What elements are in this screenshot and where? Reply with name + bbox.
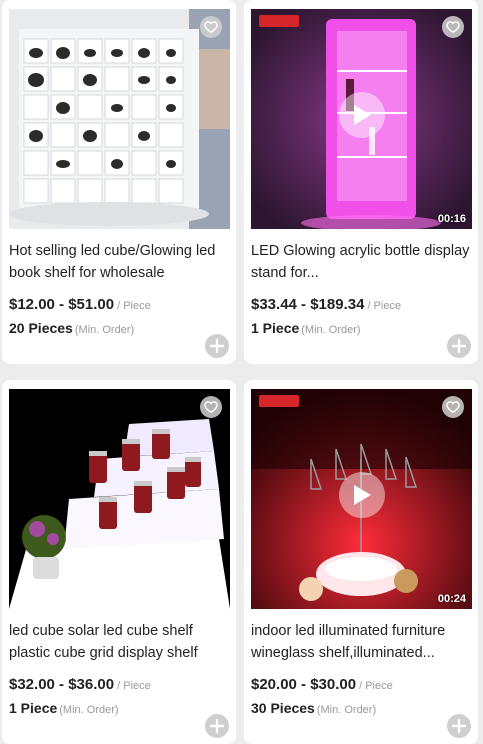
video-duration: 00:16 xyxy=(437,213,466,225)
product-image-picture xyxy=(9,389,230,609)
product-price: $12.00 - $51.00 xyxy=(9,296,115,313)
heart-icon xyxy=(446,21,460,34)
min-order-note: (Min. Order) xyxy=(316,704,377,716)
product-title[interactable]: LED Glowing acrylic bottle display stand… xyxy=(251,240,473,284)
product-price: $32.00 - $36.00 xyxy=(9,676,115,693)
product-card[interactable]: 00:24 indoor led illuminated furniture w… xyxy=(244,380,478,744)
plus-icon xyxy=(210,719,224,733)
min-order-note: (Min. Order) xyxy=(59,704,119,716)
product-price: $20.00 - $30.00 xyxy=(251,676,357,693)
min-order-quantity: 1 Piece xyxy=(251,320,300,336)
favorite-button[interactable] xyxy=(442,396,464,418)
play-button[interactable] xyxy=(338,472,385,518)
product-price: $33.44 - $189.34 xyxy=(251,296,365,313)
min-order-row: 1 Piece (Min. Order) xyxy=(9,700,119,718)
price-row: $33.44 - $189.34/ Piece xyxy=(251,296,401,314)
min-order-note: (Min. Order) xyxy=(301,324,361,336)
add-button[interactable] xyxy=(205,334,229,358)
favorite-button[interactable] xyxy=(200,396,222,418)
play-icon xyxy=(353,105,371,125)
product-card[interactable]: 00:16 LED Glowing acrylic bottle display… xyxy=(244,0,478,364)
price-row: $20.00 - $30.00/ Piece xyxy=(251,676,393,694)
price-unit: / Piece xyxy=(367,300,402,312)
play-icon xyxy=(353,485,371,505)
product-image-picture xyxy=(9,9,230,229)
heart-icon xyxy=(204,401,218,414)
min-order-row: 20 Pieces (Min. Order) xyxy=(9,320,134,338)
min-order-note: (Min. Order) xyxy=(74,324,135,336)
min-order-quantity: 1 Piece xyxy=(9,700,58,716)
min-order-quantity: 30 Pieces xyxy=(251,700,315,716)
min-order-quantity: 20 Pieces xyxy=(9,320,73,336)
price-unit: / Piece xyxy=(359,680,393,692)
heart-icon xyxy=(204,21,218,34)
plus-icon xyxy=(452,339,466,353)
price-row: $12.00 - $51.00/ Piece xyxy=(9,296,151,314)
min-order-row: 30 Pieces (Min. Order) xyxy=(251,700,376,718)
product-title[interactable]: indoor led illuminated furniture winegla… xyxy=(251,620,473,664)
video-duration: 00:24 xyxy=(437,593,466,605)
add-button[interactable] xyxy=(447,714,471,738)
price-unit: / Piece xyxy=(117,680,151,692)
product-title[interactable]: Hot selling led cube/Glowing led book sh… xyxy=(9,240,231,284)
product-title[interactable]: led cube solar led cube shelf plastic cu… xyxy=(9,620,231,664)
favorite-button[interactable] xyxy=(200,16,222,38)
heart-icon xyxy=(446,401,460,414)
product-image[interactable] xyxy=(9,9,230,229)
add-button[interactable] xyxy=(447,334,471,358)
product-video[interactable]: 00:24 xyxy=(251,389,472,609)
price-unit: / Piece xyxy=(117,300,151,312)
product-card[interactable]: Hot selling led cube/Glowing led book sh… xyxy=(2,0,236,364)
min-order-row: 1 Piece (Min. Order) xyxy=(251,320,361,338)
add-button[interactable] xyxy=(205,714,229,738)
plus-icon xyxy=(452,719,466,733)
product-image[interactable] xyxy=(9,389,230,609)
price-row: $32.00 - $36.00/ Piece xyxy=(9,676,151,694)
plus-icon xyxy=(210,339,224,353)
favorite-button[interactable] xyxy=(442,16,464,38)
product-card[interactable]: led cube solar led cube shelf plastic cu… xyxy=(2,380,236,744)
play-button[interactable] xyxy=(338,92,385,138)
product-video[interactable]: 00:16 xyxy=(251,9,472,229)
